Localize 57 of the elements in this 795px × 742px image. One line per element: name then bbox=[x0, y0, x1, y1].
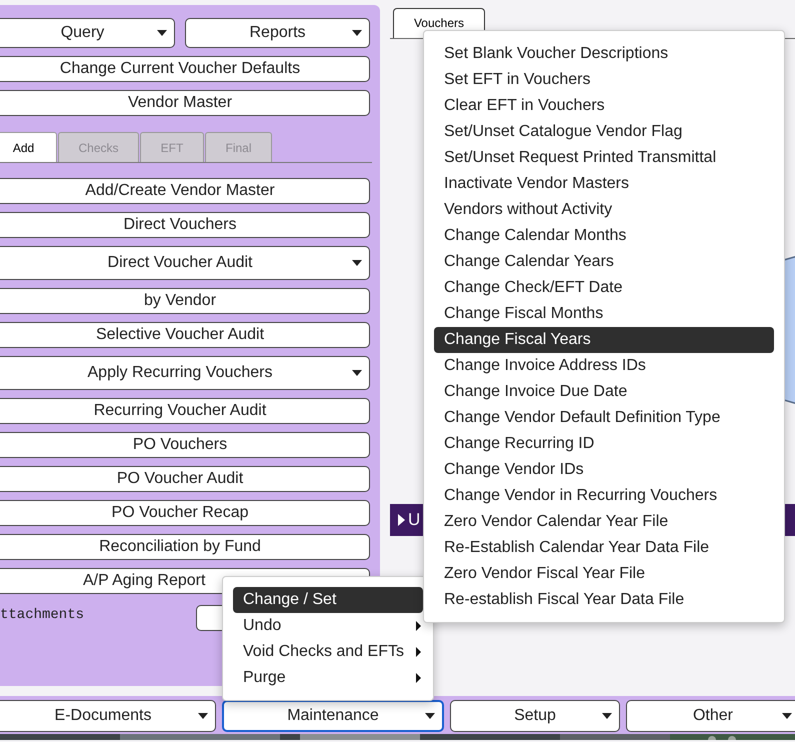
action-button[interactable]: by Vendor bbox=[0, 288, 370, 314]
menu-item[interactable]: Change / Set bbox=[233, 587, 423, 613]
caret-icon bbox=[782, 713, 792, 719]
action-button[interactable]: Recurring Voucher Audit bbox=[0, 398, 370, 424]
caret-icon bbox=[352, 260, 362, 266]
menu-button[interactable]: Vendor Master bbox=[0, 90, 370, 116]
action-button[interactable]: Add/Create Vendor Master bbox=[0, 178, 370, 204]
menu-item[interactable]: Change Fiscal Years bbox=[434, 327, 774, 353]
action-button[interactable]: Selective Voucher Audit bbox=[0, 322, 370, 348]
menu-button[interactable]: E-Documents bbox=[0, 700, 216, 732]
menu-item[interactable]: Change Recurring ID bbox=[434, 431, 774, 457]
caret-icon bbox=[602, 713, 612, 719]
menu-item[interactable]: Inactivate Vendor Masters bbox=[434, 171, 774, 197]
section-title: U bbox=[408, 510, 420, 530]
action-button[interactable]: Reconciliation by Fund bbox=[0, 534, 370, 560]
action-button[interactable]: Apply Recurring Vouchers bbox=[0, 356, 370, 390]
attachments-label: ttachments bbox=[0, 607, 84, 623]
action-button[interactable]: Direct Voucher Audit bbox=[0, 246, 370, 280]
menu-button[interactable]: Change Current Voucher Defaults bbox=[0, 56, 370, 82]
menu-item[interactable]: Zero Vendor Calendar Year File bbox=[434, 509, 774, 535]
menu-item[interactable]: Set/Unset Catalogue Vendor Flag bbox=[434, 119, 774, 145]
menu-item[interactable]: Change Invoice Due Date bbox=[434, 379, 774, 405]
menu-item[interactable]: Clear EFT in Vouchers bbox=[434, 93, 774, 119]
menu-item[interactable]: Undo bbox=[233, 613, 423, 639]
menu-item[interactable]: Re-Establish Calendar Year Data File bbox=[434, 535, 774, 561]
caret-icon bbox=[425, 713, 435, 719]
menu-item[interactable]: Void Checks and EFTs bbox=[233, 639, 423, 665]
caret-icon bbox=[198, 713, 208, 719]
action-button[interactable]: PO Vouchers bbox=[0, 432, 370, 458]
menu-item[interactable]: Set Blank Voucher Descriptions bbox=[434, 41, 774, 67]
menu-button[interactable]: Setup bbox=[450, 700, 620, 732]
menu-item[interactable]: Change Calendar Years bbox=[434, 249, 774, 275]
menu-item[interactable]: Vendors without Activity bbox=[434, 197, 774, 223]
menu-item[interactable]: Re-establish Fiscal Year Data File bbox=[434, 587, 774, 613]
menu-item[interactable]: Change Vendor in Recurring Vouchers bbox=[434, 483, 774, 509]
menu-item[interactable]: Change Vendor Default Definition Type bbox=[434, 405, 774, 431]
menu-button[interactable]: Query bbox=[0, 18, 175, 48]
action-button[interactable]: PO Voucher Recap bbox=[0, 500, 370, 526]
caret-icon bbox=[157, 30, 167, 36]
caret-icon bbox=[352, 30, 362, 36]
menu-item[interactable]: Zero Vendor Fiscal Year File bbox=[434, 561, 774, 587]
expand-icon[interactable] bbox=[398, 514, 405, 526]
action-button[interactable]: Direct Vouchers bbox=[0, 212, 370, 238]
action-button[interactable]: PO Voucher Audit bbox=[0, 466, 370, 492]
menu-item[interactable]: Change Check/EFT Date bbox=[434, 275, 774, 301]
menu-item[interactable]: Change Invoice Address IDs bbox=[434, 353, 774, 379]
menu-button[interactable]: Other bbox=[626, 700, 795, 732]
caret-icon bbox=[352, 370, 362, 376]
menu-item[interactable]: Set/Unset Request Printed Transmittal bbox=[434, 145, 774, 171]
menu-item[interactable]: Change Fiscal Months bbox=[434, 301, 774, 327]
menu-item[interactable]: Set EFT in Vouchers bbox=[434, 67, 774, 93]
menu-button[interactable]: Maintenance bbox=[222, 700, 444, 732]
menu-item[interactable]: Change Vendor IDs bbox=[434, 457, 774, 483]
menu-item[interactable]: Change Calendar Months bbox=[434, 223, 774, 249]
menu-button[interactable]: Reports bbox=[185, 18, 370, 48]
menu-item[interactable]: Purge bbox=[233, 665, 423, 691]
tab[interactable]: Add bbox=[0, 132, 57, 162]
